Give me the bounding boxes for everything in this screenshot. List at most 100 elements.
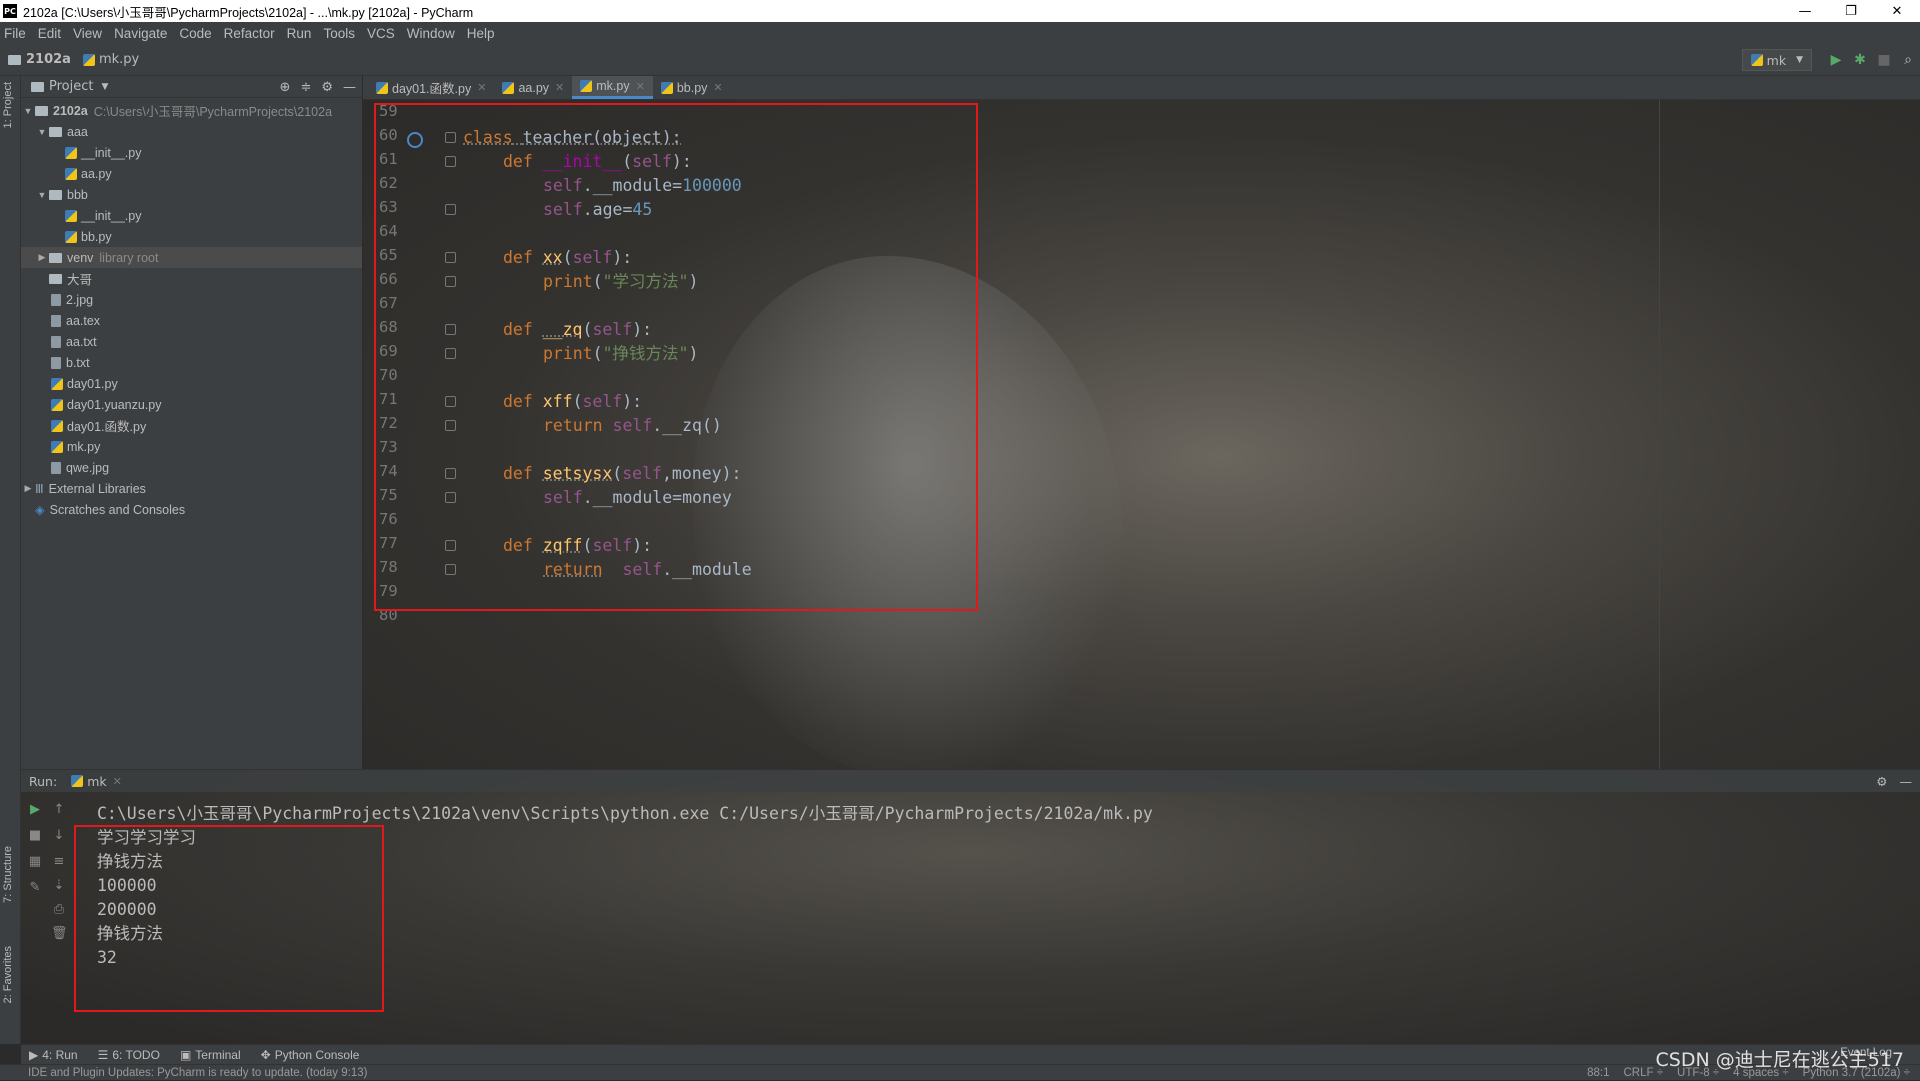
gear-icon[interactable]: ⚙	[1876, 774, 1887, 789]
text-file-icon	[51, 356, 61, 369]
run-tab-mk[interactable]: mk ✕	[71, 774, 122, 789]
console-command-line: C:\Users\小玉哥哥\PycharmProjects\2102a\venv…	[97, 804, 1153, 823]
expand-arrow-icon[interactable]: ▼	[21, 106, 35, 116]
menu-vcs[interactable]: VCS	[367, 26, 395, 41]
tab-mk-py[interactable]: mk.py ✕	[572, 76, 653, 99]
tree-item-scratches[interactable]: ◈ Scratches and Consoles	[21, 499, 362, 520]
tree-item-b-txt[interactable]: b.txt	[21, 352, 362, 373]
chevron-down-icon[interactable]: ▼	[101, 82, 108, 92]
menu-run[interactable]: Run	[287, 26, 312, 41]
menu-window[interactable]: Window	[407, 26, 455, 41]
todo-icon: ☰	[97, 1047, 109, 1062]
close-tab-icon[interactable]: ✕	[713, 81, 722, 94]
close-tab-icon[interactable]: ✕	[113, 775, 122, 788]
soft-wrap-icon[interactable]: ≡	[51, 854, 67, 869]
project-view-icon	[31, 81, 44, 92]
structure-tool-tab[interactable]: 7: Structure	[2, 846, 14, 903]
tree-item-2102a[interactable]: ▼ 2102a C:\Users\小玉哥哥\PycharmProjects\21…	[21, 100, 362, 121]
python-file-icon	[65, 230, 77, 243]
expand-arrow-icon[interactable]: ▼	[35, 190, 49, 200]
status-message[interactable]: IDE and Plugin Updates: PyCharm is ready…	[28, 1067, 367, 1079]
expand-arrow-icon[interactable]: ▼	[35, 127, 49, 137]
layout-icon[interactable]: ▦	[27, 854, 43, 869]
scroll-to-end-icon[interactable]: ⇣	[51, 878, 67, 893]
tree-item-day01-hanshu[interactable]: day01.函数.py	[21, 415, 362, 436]
down-arrow-icon[interactable]: ↓	[51, 828, 67, 843]
project-tool-tab[interactable]: 1: Project	[2, 82, 14, 128]
tree-item-bbb[interactable]: ▼ bbb	[21, 184, 362, 205]
close-tab-icon[interactable]: ✕	[636, 80, 645, 93]
close-icon[interactable]: ✕	[1874, 0, 1920, 22]
tab-day01-hanshu[interactable]: day01.函数.py ✕	[368, 76, 494, 99]
tab-bb-py[interactable]: bb.py ✕	[653, 76, 731, 99]
favorites-tool-tab[interactable]: 2: Favorites	[2, 946, 14, 1003]
pin-icon[interactable]: ✎	[27, 880, 43, 895]
menu-refactor[interactable]: Refactor	[224, 26, 275, 41]
scratches-icon: ◈	[35, 503, 45, 517]
close-tab-icon[interactable]: ✕	[477, 81, 486, 94]
run-panel: Run: mk ✕ ⚙ — ▶ ■ ▦ ✎ ↑ ↓ ≡ ⇣ ⎙ 🗑 C:\Use…	[21, 769, 1920, 1044]
python-file-icon	[502, 81, 515, 94]
close-tab-icon[interactable]: ✕	[555, 81, 564, 94]
locate-icon[interactable]: ⊕	[280, 80, 291, 95]
tree-item-aaa-init[interactable]: __init__.py	[21, 142, 362, 163]
menu-code[interactable]: Code	[179, 26, 211, 41]
terminal-icon: ▣	[179, 1047, 192, 1062]
tree-item-aa-py[interactable]: aa.py	[21, 163, 362, 184]
tree-item-venv[interactable]: ▶ venv library root	[21, 247, 362, 268]
tree-item-bbb-init[interactable]: __init__.py	[21, 205, 362, 226]
menu-view[interactable]: View	[73, 26, 102, 41]
collapse-all-icon[interactable]: ≑	[300, 80, 311, 95]
debug-icon[interactable]: ✱	[1848, 52, 1872, 68]
title-bar: PC 2102a [C:\Users\小玉哥哥\PycharmProjects\…	[0, 0, 1920, 22]
restore-icon[interactable]: ❐	[1828, 0, 1874, 22]
tab-todo[interactable]: ☰ 6: TODO	[98, 1048, 160, 1062]
breadcrumb-file[interactable]: mk.py	[82, 52, 139, 67]
menu-tools[interactable]: Tools	[323, 26, 355, 41]
tree-item-qwe-jpg[interactable]: qwe.jpg	[21, 457, 362, 478]
rerun-icon[interactable]: ▶	[27, 802, 43, 817]
tree-item-day01-yuanzu[interactable]: day01.yuanzu.py	[21, 394, 362, 415]
tab-python-console[interactable]: ✥ Python Console	[261, 1048, 360, 1062]
tree-item-mk-py[interactable]: mk.py	[21, 436, 362, 457]
up-arrow-icon[interactable]: ↑	[51, 802, 67, 817]
gear-icon[interactable]: ⚙	[321, 80, 333, 95]
stop-icon[interactable]: ■	[1872, 52, 1896, 68]
hide-icon[interactable]: —	[343, 80, 356, 95]
menu-bar: File Edit View Navigate Code Refactor Ru…	[0, 22, 1920, 44]
run-icon[interactable]: ▶	[1824, 52, 1848, 68]
menu-navigate[interactable]: Navigate	[114, 26, 167, 41]
hide-icon[interactable]: —	[1900, 774, 1913, 789]
menu-file[interactable]: File	[4, 26, 26, 41]
tree-item-aa-txt[interactable]: aa.txt	[21, 331, 362, 352]
run-configuration-select[interactable]: mk ▼	[1741, 49, 1812, 71]
expand-arrow-icon[interactable]: ▶	[35, 252, 49, 263]
trash-icon[interactable]: 🗑	[51, 926, 68, 941]
search-icon[interactable]: ⌕	[1896, 52, 1920, 68]
project-tree: ▼ 2102a C:\Users\小玉哥哥\PycharmProjects\21…	[21, 98, 362, 520]
minimize-icon[interactable]: —	[1782, 0, 1828, 22]
menu-edit[interactable]: Edit	[38, 26, 61, 41]
tab-run[interactable]: ▶ 4: Run	[29, 1048, 78, 1062]
project-view-select[interactable]: Project	[49, 79, 93, 94]
tab-aa-py[interactable]: aa.py ✕	[494, 76, 572, 99]
csdn-watermark: CSDN @迪士尼在逃公主517	[1655, 1049, 1904, 1071]
stop-icon[interactable]: ■	[27, 828, 43, 843]
tree-item-2-jpg[interactable]: 2.jpg	[21, 289, 362, 310]
tab-terminal[interactable]: ▣ Terminal	[180, 1048, 241, 1062]
tree-item-aaa[interactable]: ▼ aaa	[21, 121, 362, 142]
run-panel-header: Run: mk ✕ ⚙ —	[21, 770, 1920, 792]
tree-item-day01-py[interactable]: day01.py	[21, 373, 362, 394]
folder-icon	[49, 189, 62, 200]
caret-position[interactable]: 88:1	[1587, 1067, 1609, 1079]
code-editor[interactable]: day01.函数.py ✕ aa.py ✕ mk.py ✕ bb.py ✕ 59…	[363, 76, 1920, 769]
expand-arrow-icon[interactable]: ▶	[21, 483, 35, 494]
tree-item-dage[interactable]: 大哥	[21, 268, 362, 289]
tree-item-aa-tex[interactable]: aa.tex	[21, 310, 362, 331]
print-icon[interactable]: ⎙	[51, 902, 67, 917]
menu-help[interactable]: Help	[467, 26, 495, 41]
folder-icon	[8, 54, 21, 65]
breadcrumb-project[interactable]: 2102a	[8, 52, 71, 67]
tree-item-bb-py[interactable]: bb.py	[21, 226, 362, 247]
tree-item-external-libraries[interactable]: ▶ Ⅲ External Libraries	[21, 478, 362, 499]
